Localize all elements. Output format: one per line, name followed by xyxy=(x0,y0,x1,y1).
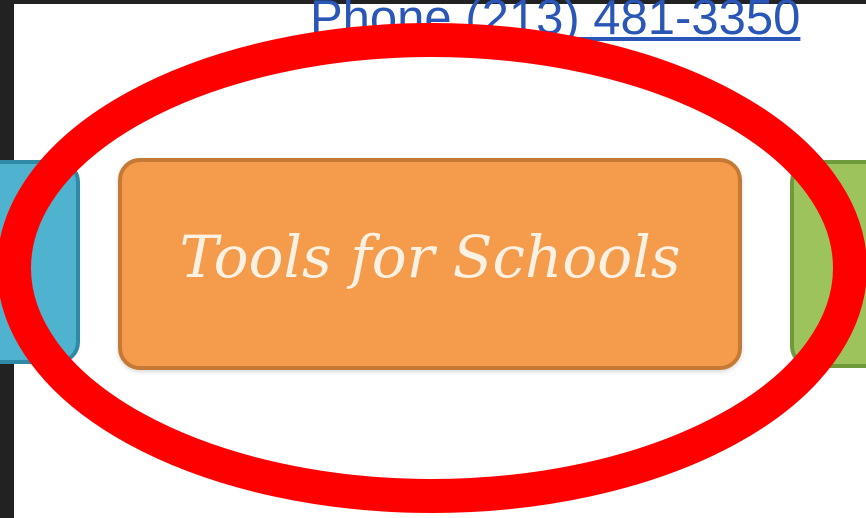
phone-link[interactable]: Phone (213) 481-3350 xyxy=(310,0,800,46)
nav-button-green[interactable] xyxy=(790,160,866,368)
web-page: Phone (213) 481-3350 Tools for Schools xyxy=(0,0,866,518)
nav-button-blue[interactable] xyxy=(0,160,80,364)
screenshot-stage: Phone (213) 481-3350 Tools for Schools xyxy=(0,0,866,518)
tools-for-schools-button[interactable]: Tools for Schools xyxy=(118,158,742,370)
tools-for-schools-label: Tools for Schools xyxy=(179,223,681,291)
